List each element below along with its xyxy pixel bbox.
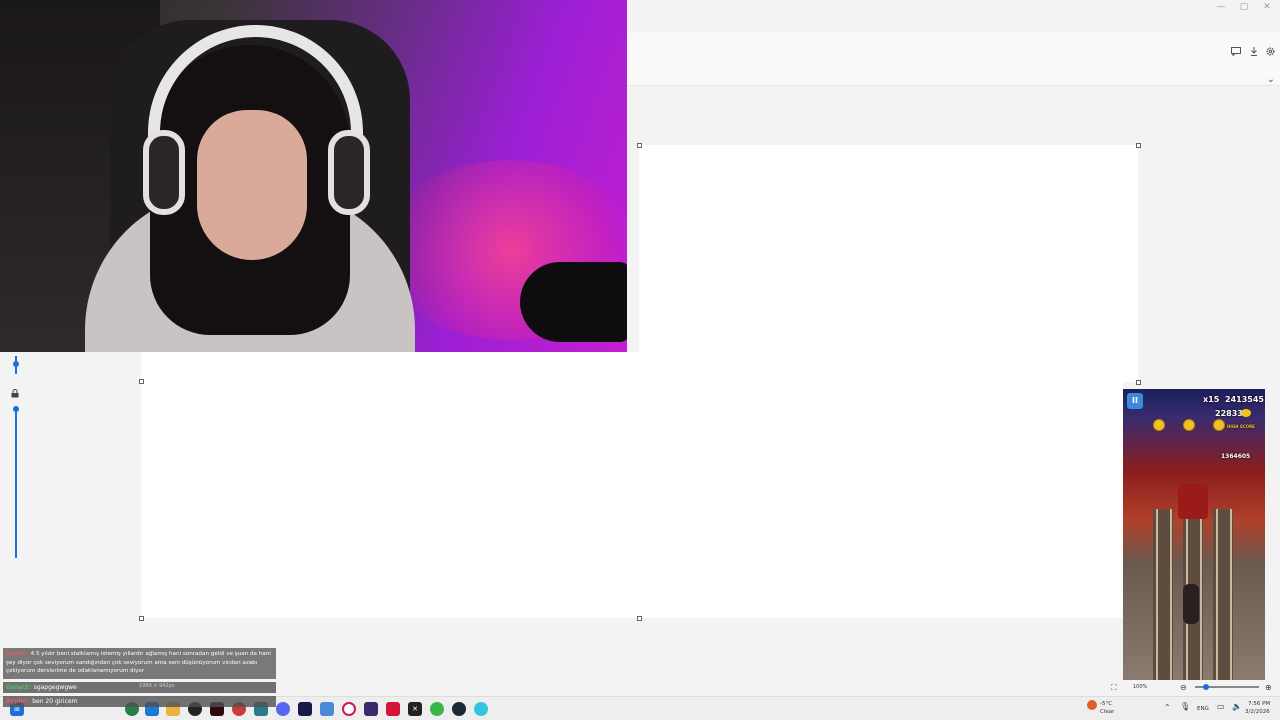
download-icon[interactable] xyxy=(1248,47,1260,59)
zoom-out-icon[interactable]: ⊖ xyxy=(1180,683,1187,692)
chat-username: Golar3: xyxy=(6,684,31,691)
maximize-button[interactable]: ▢ xyxy=(1238,2,1250,12)
tray-overflow-icon[interactable]: ⌃ xyxy=(1164,703,1171,712)
zoom-slider-handle[interactable] xyxy=(1203,684,1209,690)
pause-button: II xyxy=(1127,393,1143,409)
game-score: 2413545 xyxy=(1225,395,1264,404)
resize-handle[interactable] xyxy=(1136,380,1141,385)
after-effects-icon[interactable] xyxy=(298,702,312,716)
microphone-icon[interactable]: 🎙 xyxy=(1180,702,1190,711)
resize-handle[interactable] xyxy=(139,379,144,384)
opera-icon[interactable] xyxy=(342,702,356,716)
zoom-in-icon[interactable]: ⊕ xyxy=(1265,683,1272,692)
game-overlay: II x15 2413545 22833 HIGH SCORE 1364605 xyxy=(1123,389,1265,680)
canvas-area-lower[interactable] xyxy=(141,352,1123,618)
chat-message: Ryplol: ben 20 giricem xyxy=(3,696,276,707)
discord-icon[interactable] xyxy=(276,702,290,716)
title-bar: — ▢ ✕ xyxy=(627,0,1280,32)
minimize-button[interactable]: — xyxy=(1215,2,1227,12)
steam-icon[interactable] xyxy=(452,702,466,716)
webcam-overlay xyxy=(0,0,627,352)
capcut-icon[interactable]: ✕ xyxy=(408,702,422,716)
language-indicator[interactable]: ENG xyxy=(1197,706,1209,712)
app-icon[interactable] xyxy=(386,702,400,716)
chat-username: Ryplol: xyxy=(6,698,30,705)
canvas-area[interactable] xyxy=(639,145,1138,382)
chat-text: sgapgegwgwe xyxy=(33,684,77,691)
slider-track[interactable] xyxy=(15,406,17,558)
chat-message: Ryplol: 4.5 yıldır beni stalklamış istemi… xyxy=(3,648,276,679)
coin-icon xyxy=(1241,409,1251,417)
chat-text: ben 20 giricem xyxy=(32,698,78,705)
chevron-down-icon[interactable]: ⌄ xyxy=(1267,74,1275,85)
fit-screen-icon[interactable]: ⛶ xyxy=(1111,683,1117,693)
volume-icon[interactable]: 🔈 xyxy=(1232,702,1242,711)
chat-text: 4.5 yıldır beni stalklamış istemiş yılla… xyxy=(6,651,271,674)
clock-date[interactable]: 3/2/2026 xyxy=(1245,709,1270,715)
app-icon[interactable] xyxy=(474,702,488,716)
weather-desc[interactable]: Clear xyxy=(1100,709,1114,715)
high-score-label: HIGH SCORE xyxy=(1227,424,1255,429)
weather-temp[interactable]: -5°C xyxy=(1100,701,1112,707)
close-button[interactable]: ✕ xyxy=(1261,2,1273,12)
zoom-level[interactable]: 100% xyxy=(1133,684,1147,690)
app-icon[interactable] xyxy=(320,702,334,716)
network-icon[interactable]: ▭ xyxy=(1217,702,1225,711)
canvas-size-readout: 1989 × 942px xyxy=(139,683,175,689)
comment-icon[interactable] xyxy=(1230,47,1242,59)
resize-handle[interactable] xyxy=(139,616,144,621)
resize-handle[interactable] xyxy=(637,616,642,621)
settings-icon[interactable] xyxy=(1264,47,1276,59)
clock-time[interactable]: 7:56 PM xyxy=(1248,701,1270,707)
game-coins: 22833 xyxy=(1215,409,1243,418)
slider-track[interactable] xyxy=(15,356,17,374)
high-score: 1364605 xyxy=(1221,453,1251,460)
app-icon[interactable] xyxy=(364,702,378,716)
resize-handle[interactable] xyxy=(637,143,642,148)
lock-icon[interactable] xyxy=(11,389,19,401)
game-multiplier: x15 xyxy=(1203,395,1220,404)
chat-username: Ryplol: xyxy=(6,651,28,657)
toolbar: ⌄ xyxy=(627,32,1280,86)
resize-handle[interactable] xyxy=(1136,143,1141,148)
weather-icon[interactable] xyxy=(1087,700,1097,710)
app-icon[interactable] xyxy=(430,702,444,716)
